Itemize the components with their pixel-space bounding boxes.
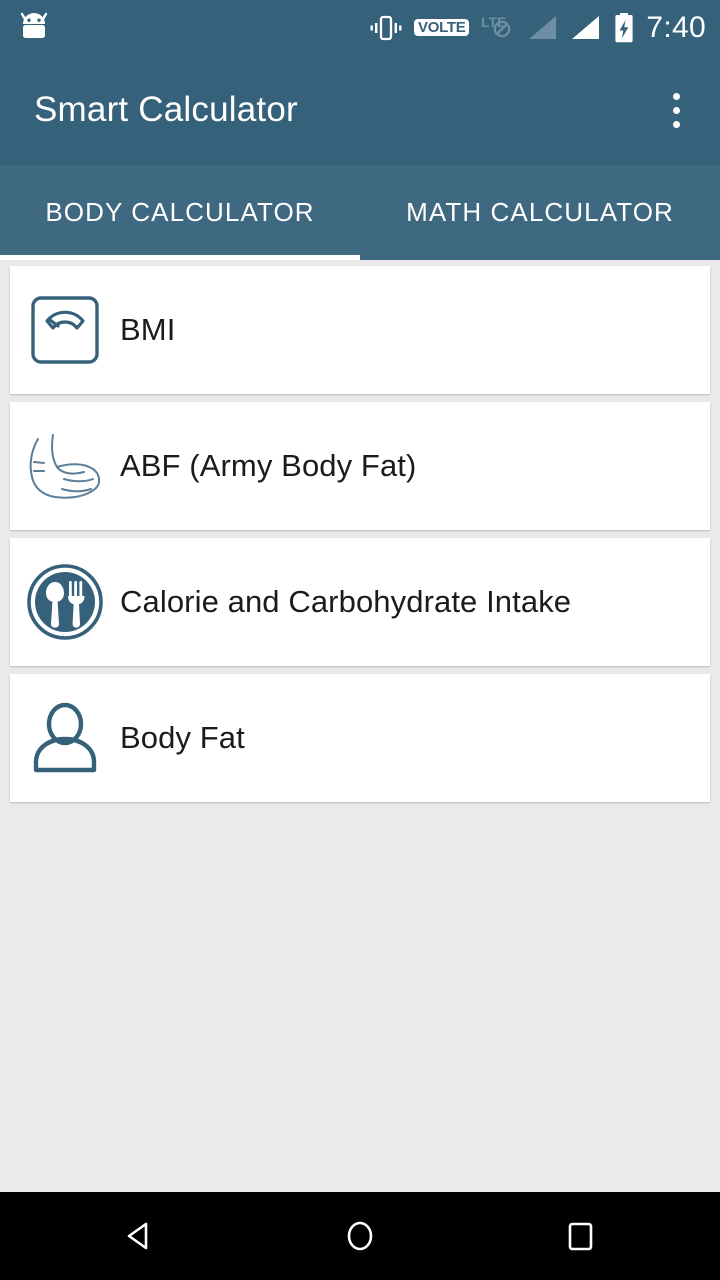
list-item-calorie[interactable]: Calorie and Carbohydrate Intake (10, 538, 710, 666)
recents-button[interactable] (500, 1192, 660, 1280)
volte-icon: VOLTE (414, 18, 470, 37)
person-silhouette-icon (10, 674, 120, 802)
battery-charging-icon (613, 12, 635, 44)
home-button[interactable] (280, 1192, 440, 1280)
phone-screen: VOLTE LTE 7:40 Smart Calculator BODY CAL… (0, 0, 720, 1280)
status-clock: 7:40 (646, 10, 706, 44)
tab-body-calculator-label: BODY CALCULATOR (45, 197, 315, 227)
signal-bars-sim2-icon (570, 14, 602, 42)
signal-bars-sim1-icon (527, 14, 559, 42)
tab-body-calculator[interactable]: BODY CALCULATOR (0, 165, 360, 260)
weight-scale-icon (10, 266, 120, 394)
list-item-abf-label: ABF (Army Body Fat) (120, 448, 417, 483)
tab-math-calculator[interactable]: MATH CALCULATOR (360, 165, 720, 260)
plate-cutlery-icon (10, 538, 120, 666)
list-item-bmi-label: BMI (120, 312, 176, 347)
page-title: Smart Calculator (34, 90, 298, 129)
app-toolbar: Smart Calculator (0, 55, 720, 165)
list-item-body-fat-label: Body Fat (120, 720, 245, 755)
android-logo-icon (20, 12, 48, 38)
lte-no-service-icon: LTE (480, 13, 516, 43)
back-button[interactable] (60, 1192, 220, 1280)
tab-math-calculator-label: MATH CALCULATOR (406, 197, 674, 227)
calculator-list: BMI ABF (Army Body Fat) Calorie and Carb… (0, 260, 720, 802)
tab-bar: BODY CALCULATOR MATH CALCULATOR (0, 165, 720, 260)
list-item-calorie-label: Calorie and Carbohydrate Intake (120, 584, 572, 619)
list-item-bmi[interactable]: BMI (10, 266, 710, 394)
list-item-body-fat[interactable]: Body Fat (10, 674, 710, 802)
vibrate-icon (369, 14, 403, 42)
overflow-menu-icon[interactable] (656, 87, 696, 133)
status-icons: VOLTE LTE 7:40 (369, 0, 706, 55)
list-item-abf[interactable]: ABF (Army Body Fat) (10, 402, 710, 530)
status-bar: VOLTE LTE 7:40 (0, 0, 720, 55)
android-navigation-bar (0, 1192, 720, 1280)
flexed-bicep-icon (10, 402, 120, 530)
